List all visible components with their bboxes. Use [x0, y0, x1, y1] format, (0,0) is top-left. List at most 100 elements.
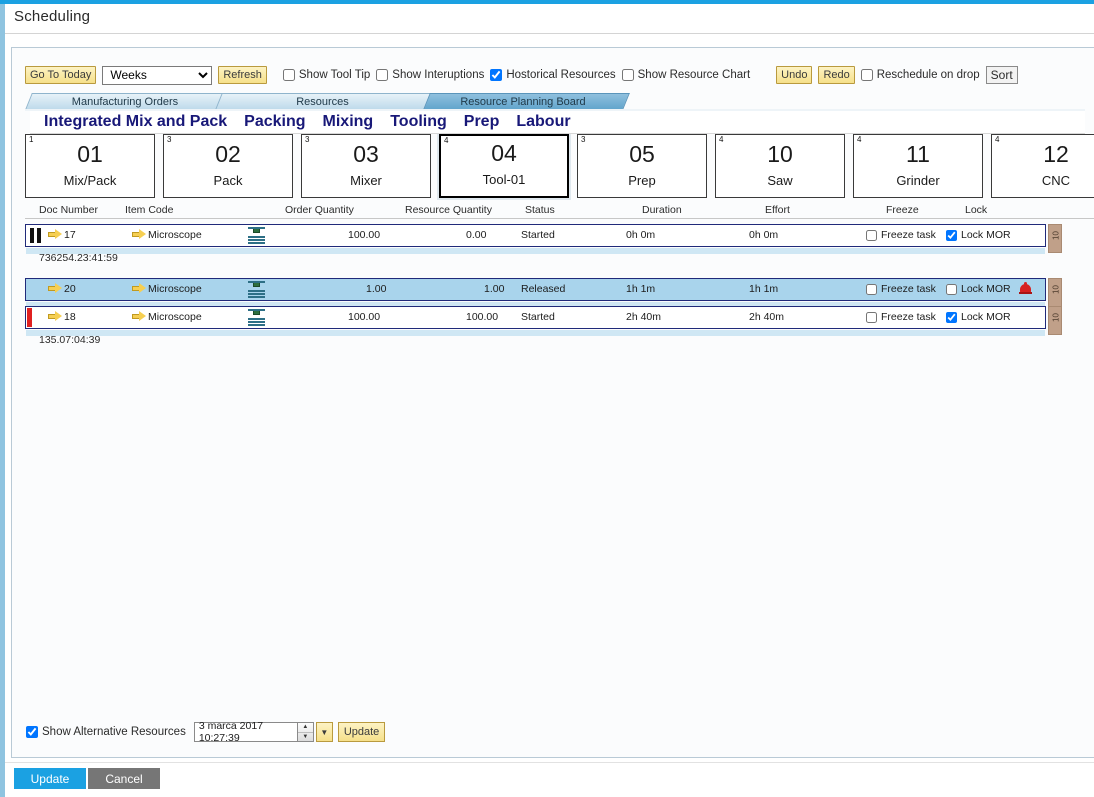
row-freeze-task-label: Freeze task [881, 229, 936, 241]
datetime-field[interactable]: 3 marca 2017 10:27:39 [194, 722, 297, 742]
period-select[interactable]: Weeks [102, 66, 212, 85]
row-side-tab[interactable]: 10 [1048, 224, 1062, 253]
update-button[interactable]: Update [14, 768, 86, 789]
row-freeze-task-checkbox[interactable]: Freeze task [866, 283, 936, 295]
row-freeze-task-input[interactable] [866, 284, 877, 295]
row-side-tab[interactable]: 10 [1048, 306, 1062, 335]
resource-card-04[interactable]: 4 04 Tool-01 [439, 134, 569, 198]
row-duration: 2h 40m [626, 311, 661, 323]
navlink-labour[interactable]: Labour [516, 113, 570, 131]
resource-card-11[interactable]: 4 11 Grinder [853, 134, 983, 198]
spinner-down-icon[interactable]: ▼ [298, 733, 313, 742]
row-item-code: Microscope [148, 311, 202, 323]
row-lock-mor-checkbox[interactable]: Lock MOR [946, 283, 1011, 295]
row-item-code: Microscope [148, 229, 202, 241]
row-status: Started [521, 229, 555, 241]
row-container: 20 Microscope 1.00 1.00 Released 1h 1m 1… [25, 278, 1046, 301]
row-lock-mor-input[interactable] [946, 312, 957, 323]
go-to-today-button[interactable]: Go To Today [25, 66, 96, 84]
navlink-packing[interactable]: Packing [244, 113, 305, 131]
show-tool-tip-input[interactable] [283, 69, 295, 81]
arrow-right-icon [48, 283, 63, 293]
group-gap [25, 270, 1094, 278]
resource-card-01[interactable]: 1 01 Mix/Pack [25, 134, 155, 198]
table-row[interactable]: 17 Microscope 100.00 0.00 Started 0h 0m … [25, 224, 1046, 247]
schedule-grid: 17 Microscope 100.00 0.00 Started 0h 0m … [25, 224, 1094, 724]
refresh-button[interactable]: Refresh [218, 66, 267, 84]
row-resource-quantity: 0.00 [466, 229, 486, 241]
row-freeze-task-checkbox[interactable]: Freeze task [866, 229, 936, 241]
datetime-dropdown-button[interactable]: ▼ [316, 722, 333, 742]
column-header-resource-quantity: Resource Quantity [405, 204, 492, 216]
sort-button[interactable]: Sort [986, 66, 1018, 84]
row-side-tab[interactable]: 10 [1048, 278, 1062, 307]
row-freeze-task-label: Freeze task [881, 283, 936, 295]
row-lock-mor-input[interactable] [946, 284, 957, 295]
row-doc-number: 20 [64, 283, 76, 295]
show-alternative-resources-checkbox[interactable]: Show Alternative Resources [26, 726, 186, 738]
column-header-effort: Effort [765, 204, 790, 216]
navlink-tooling[interactable]: Tooling [390, 113, 447, 131]
row-doc-arrow-icon [48, 283, 63, 295]
hostorical-resources-checkbox[interactable]: Hostorical Resources [490, 69, 615, 81]
resource-card-12[interactable]: 4 12 CNC [991, 134, 1094, 198]
row-freeze-task-input[interactable] [866, 230, 877, 241]
top-accent-bar [0, 0, 1094, 4]
spinner-up-icon[interactable]: ▲ [298, 723, 313, 733]
undo-button[interactable]: Undo [776, 66, 812, 84]
row-effort: 1h 1m [749, 283, 778, 295]
resource-card-name: Prep [578, 173, 706, 188]
resource-card-03[interactable]: 3 03 Mixer [301, 134, 431, 198]
row-order-quantity: 1.00 [366, 283, 386, 295]
row-freeze-task-checkbox[interactable]: Freeze task [866, 311, 936, 323]
tab-manufacturing-orders[interactable]: Manufacturing Orders [25, 93, 225, 110]
tab-resources[interactable]: Resources [215, 93, 430, 110]
navlink-integrated-mix-and-pack[interactable]: Integrated Mix and Pack [44, 113, 227, 131]
show-interuptions-checkbox[interactable]: Show Interuptions [376, 69, 484, 81]
reschedule-on-drop-checkbox[interactable]: Reschedule on drop [861, 69, 980, 81]
show-interuptions-input[interactable] [376, 69, 388, 81]
navlink-mixing[interactable]: Mixing [323, 113, 374, 131]
arrow-right-icon [48, 311, 63, 321]
resource-card-number: 01 [26, 141, 154, 168]
resource-card-05[interactable]: 3 05 Prep [577, 134, 707, 198]
datetime-spinner[interactable]: ▲ ▼ [297, 722, 314, 742]
show-alternative-resources-input[interactable] [26, 726, 38, 738]
arrow-right-icon [48, 229, 63, 239]
row-lock-mor-input[interactable] [946, 230, 957, 241]
row-order-quantity: 100.00 [348, 311, 380, 323]
row-item-arrow-icon [132, 283, 147, 295]
alert-bell-icon [1019, 282, 1032, 297]
reschedule-on-drop-input[interactable] [861, 69, 873, 81]
hostorical-resources-input[interactable] [490, 69, 502, 81]
resource-card-10[interactable]: 4 10 Saw [715, 134, 845, 198]
row-duration: 0h 0m [626, 229, 655, 241]
table-row[interactable]: 18 Microscope 100.00 100.00 Started 2h 4… [25, 306, 1046, 329]
footer-bar: Update Cancel [5, 762, 1094, 797]
row-effort: 2h 40m [749, 311, 784, 323]
table-row[interactable]: 20 Microscope 1.00 1.00 Released 1h 1m 1… [25, 278, 1046, 301]
arrow-right-icon [132, 229, 147, 239]
cancel-button[interactable]: Cancel [88, 768, 160, 789]
show-alternative-resources-label: Show Alternative Resources [42, 726, 186, 738]
resource-icon [248, 227, 265, 244]
row-container: 17 Microscope 100.00 0.00 Started 0h 0m … [25, 224, 1046, 247]
show-resource-chart-checkbox[interactable]: Show Resource Chart [622, 69, 751, 81]
show-resource-chart-input[interactable] [622, 69, 634, 81]
resource-card-02[interactable]: 3 02 Pack [163, 134, 293, 198]
resource-card-name: Mixer [302, 173, 430, 188]
row-lock-mor-label: Lock MOR [961, 283, 1011, 295]
row-lock-mor-checkbox[interactable]: Lock MOR [946, 311, 1011, 323]
row-shadow [26, 330, 1045, 336]
row-status: Started [521, 311, 555, 323]
row-lock-mor-checkbox[interactable]: Lock MOR [946, 229, 1011, 241]
column-header-duration: Duration [642, 204, 682, 216]
tab-resource-planning-board-label: Resource Planning Board [460, 96, 585, 108]
navlink-prep[interactable]: Prep [464, 113, 500, 131]
row-resource-quantity: 1.00 [484, 283, 504, 295]
row-freeze-task-input[interactable] [866, 312, 877, 323]
tab-resource-planning-board[interactable]: Resource Planning Board [423, 93, 623, 110]
show-tool-tip-checkbox[interactable]: Show Tool Tip [283, 69, 370, 81]
update-datetime-button[interactable]: Update [338, 722, 385, 742]
redo-button[interactable]: Redo [818, 66, 854, 84]
